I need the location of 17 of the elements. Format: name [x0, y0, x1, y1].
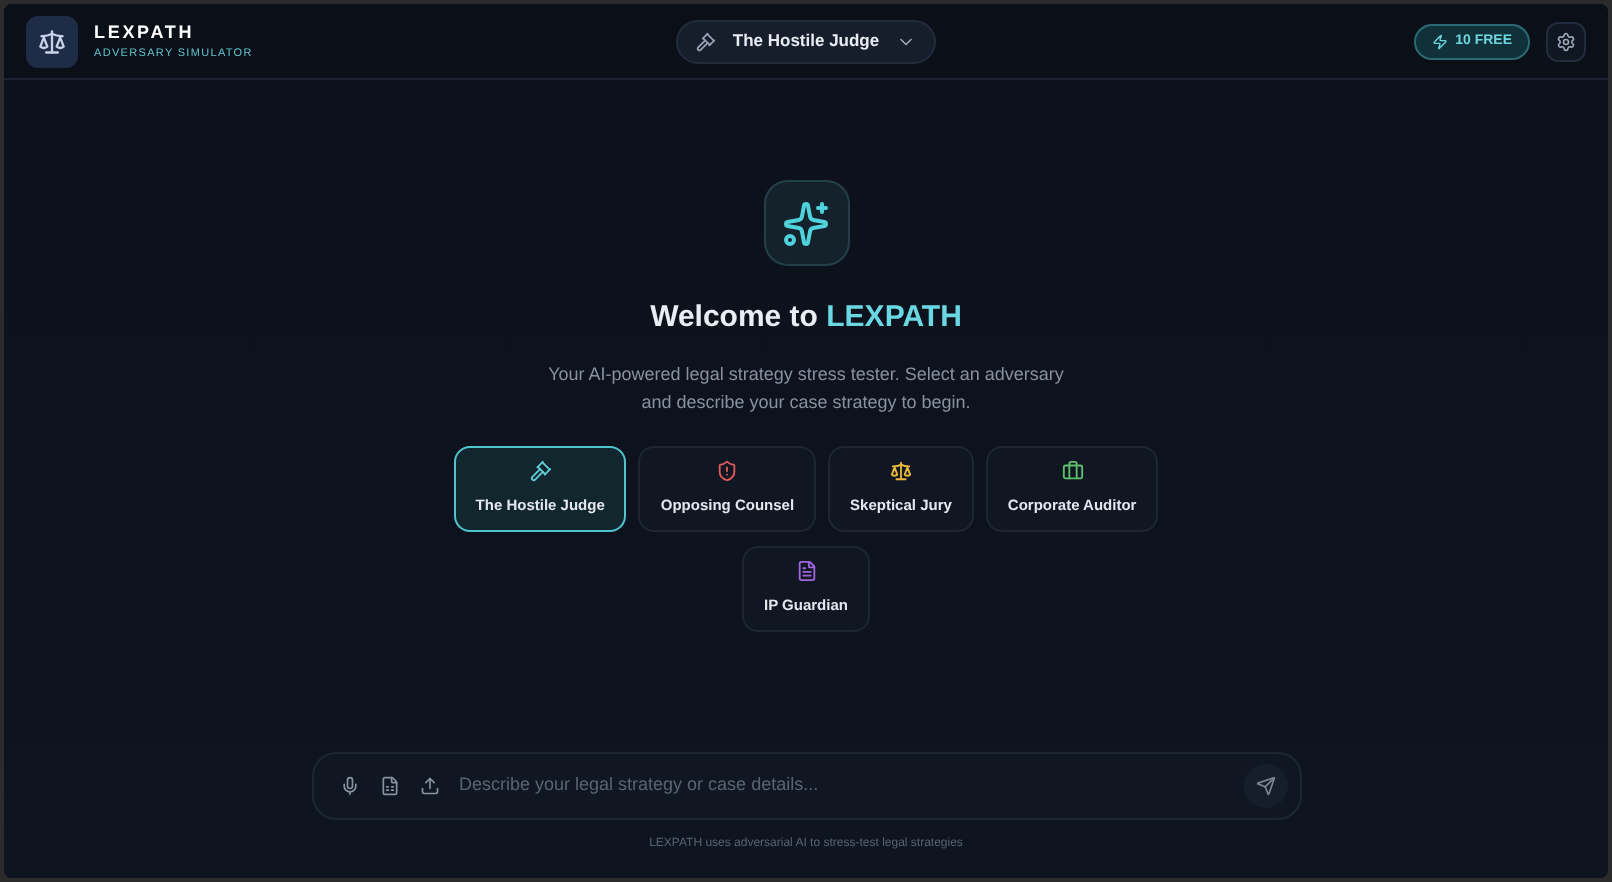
upload-icon[interactable] — [419, 776, 439, 796]
app-title: LEXPATH — [94, 19, 197, 46]
sparkles-icon — [782, 199, 830, 247]
gavel-icon — [696, 31, 717, 51]
settings-icon — [1556, 31, 1576, 51]
logo-icon — [26, 15, 78, 67]
settings-button[interactable] — [1546, 21, 1586, 61]
microphone-icon[interactable] — [339, 776, 359, 796]
welcome-title: Welcome to LEXPATH — [650, 298, 962, 338]
adversary-dropdown[interactable]: The Hostile Judge — [676, 19, 936, 63]
lightning-icon — [1431, 33, 1448, 49]
welcome-subtitle: Your AI-powered legal strategy stress tester. Select an adversary and describe your case strategy to begin. — [546, 361, 1066, 415]
document-icon[interactable] — [379, 776, 399, 796]
send-icon — [1255, 776, 1275, 796]
strategy-input[interactable]: Describe your legal strategy or case details... — [459, 772, 1223, 800]
send-button[interactable] — [1243, 764, 1287, 808]
message-composer[interactable]: Describe your legal strategy or case details... — [311, 752, 1301, 820]
